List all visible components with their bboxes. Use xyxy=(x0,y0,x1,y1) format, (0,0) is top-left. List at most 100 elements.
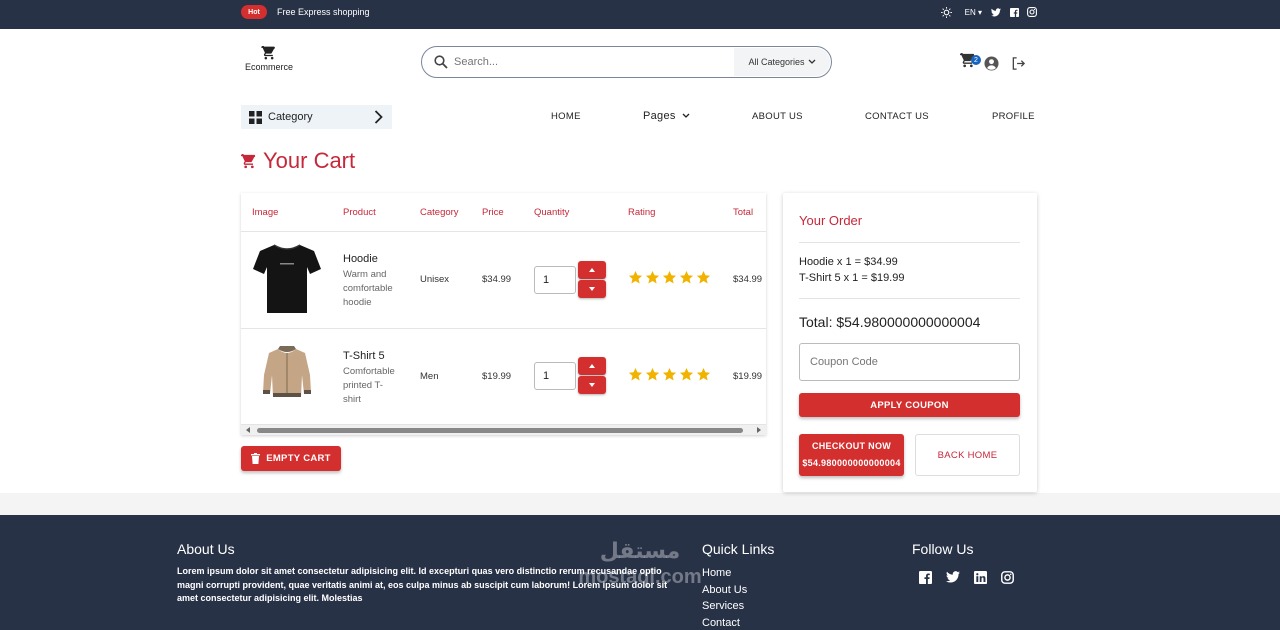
divider xyxy=(799,242,1020,243)
facebook-icon[interactable] xyxy=(919,571,932,584)
quantity-decrease-button[interactable] xyxy=(578,376,606,394)
product-desc: Comfortable xyxy=(343,366,395,377)
apply-coupon-button[interactable]: APPLY COUPON xyxy=(799,393,1020,417)
quantity-decrease-button[interactable] xyxy=(578,280,606,298)
cart-table: Image Product Category Price Quantity Ra… xyxy=(241,193,766,435)
nav-profile[interactable]: PROFILE xyxy=(992,111,1035,122)
star-icon xyxy=(679,270,694,284)
topbar-actions: EN ▾ xyxy=(941,6,1038,18)
footer-follow-title: Follow Us xyxy=(912,541,974,557)
divider xyxy=(241,231,766,232)
chevron-down-icon xyxy=(808,59,815,64)
category-menu-button[interactable]: Category xyxy=(241,105,392,129)
quantity-input[interactable]: 1 xyxy=(534,362,576,390)
horizontal-scrollbar[interactable] xyxy=(241,424,766,435)
th-rating: Rating xyxy=(628,207,656,218)
star-icon xyxy=(645,270,660,284)
search-bar: All Categories xyxy=(421,46,832,78)
star-icon xyxy=(662,270,677,284)
quantity-value: 1 xyxy=(543,274,550,286)
chevron-right-icon xyxy=(374,110,383,124)
quantity-value: 1 xyxy=(543,370,550,382)
footer-link-services[interactable]: Services xyxy=(702,598,747,615)
scroll-left-arrow[interactable] xyxy=(246,427,250,433)
scroll-right-arrow[interactable] xyxy=(757,427,761,433)
logo-text: Ecommerce xyxy=(244,62,293,72)
product-desc: comfortable xyxy=(343,283,393,294)
product-desc: shirt xyxy=(343,394,361,405)
scrollbar-thumb[interactable] xyxy=(257,428,743,433)
nav-home[interactable]: HOME xyxy=(551,111,581,122)
th-category: Category xyxy=(420,207,459,218)
back-home-button[interactable]: BACK HOME xyxy=(915,434,1020,476)
caret-down-icon xyxy=(589,383,595,387)
account-icon[interactable] xyxy=(984,55,999,71)
product-category: Unisex xyxy=(420,274,450,285)
th-image: Image xyxy=(252,207,279,218)
main-content: Ecommerce All Categories 2 Category HOME… xyxy=(0,29,1280,493)
divider xyxy=(799,298,1020,299)
order-title: Your Order xyxy=(799,213,863,228)
footer-social xyxy=(919,571,1014,584)
instagram-icon[interactable] xyxy=(1026,6,1038,18)
quantity-increase-button[interactable] xyxy=(578,261,606,279)
order-summary: Your Order Hoodie x 1 = $34.99 T-Shirt 5… xyxy=(783,193,1037,492)
th-total: Total xyxy=(733,207,754,218)
checkout-button[interactable]: CHECKOUT NOW $54.980000000000004 xyxy=(799,434,904,476)
category-menu-label: Category xyxy=(268,111,313,123)
caret-up-icon xyxy=(589,364,595,368)
nav-pages[interactable]: Pages xyxy=(643,110,690,122)
product-category: Men xyxy=(420,371,439,382)
instagram-icon[interactable] xyxy=(1001,571,1014,584)
quantity-input[interactable]: 1 xyxy=(534,266,576,294)
empty-cart-button[interactable]: EMPTY CART xyxy=(241,446,341,471)
category-select-label: All Categories xyxy=(748,57,805,67)
th-price: Price xyxy=(482,207,504,218)
product-price: $19.99 xyxy=(482,371,512,382)
chevron-down-icon xyxy=(682,113,690,118)
rating-stars xyxy=(628,367,711,382)
star-icon xyxy=(696,367,711,381)
cart-icon xyxy=(241,153,256,168)
nav-contact[interactable]: CONTACT US xyxy=(865,111,929,122)
footer-about-title: About Us xyxy=(177,541,235,557)
nav-pages-label: Pages xyxy=(643,110,676,122)
search-icon[interactable] xyxy=(434,55,448,69)
grid-icon xyxy=(249,110,262,124)
twitter-icon[interactable] xyxy=(990,6,1002,18)
cart-count-badge: 2 xyxy=(971,55,981,65)
footer-link-contact[interactable]: Contact xyxy=(702,615,747,630)
logo[interactable]: Ecommerce xyxy=(241,46,297,72)
product-name: Hoodie xyxy=(343,253,378,265)
quantity-increase-button[interactable] xyxy=(578,357,606,375)
checkout-amount: $54.980000000000004 xyxy=(802,458,901,468)
product-name: T-Shirt 5 xyxy=(343,350,385,362)
trash-icon xyxy=(251,453,261,464)
linkedin-icon[interactable] xyxy=(974,571,987,584)
th-quantity: Quantity xyxy=(534,207,570,218)
twitter-icon[interactable] xyxy=(946,571,960,583)
th-product: Product xyxy=(343,207,376,218)
cart-button[interactable]: 2 xyxy=(960,52,981,73)
promo-text: Free Express shopping xyxy=(277,7,370,17)
star-icon xyxy=(662,367,677,381)
category-select[interactable]: All Categories xyxy=(734,48,830,76)
search-input[interactable] xyxy=(454,53,724,71)
product-price: $34.99 xyxy=(482,274,512,285)
order-line: T-Shirt 5 x 1 = $19.99 xyxy=(799,272,905,284)
theme-toggle-icon[interactable] xyxy=(941,6,953,18)
nav-about[interactable]: ABOUT US xyxy=(752,111,803,122)
star-icon xyxy=(628,367,643,381)
logout-icon[interactable] xyxy=(1011,56,1026,71)
facebook-icon[interactable] xyxy=(1008,6,1020,18)
star-icon xyxy=(645,367,660,381)
coupon-input[interactable] xyxy=(799,343,1020,381)
product-desc: Warm and xyxy=(343,269,387,280)
star-icon xyxy=(679,367,694,381)
caret-up-icon xyxy=(589,268,595,272)
hot-badge: Hot xyxy=(241,5,267,19)
product-total: $19.99 xyxy=(733,371,763,382)
header-icons: 2 xyxy=(960,52,1026,73)
language-selector[interactable]: EN ▾ xyxy=(965,8,982,17)
language-label: EN xyxy=(964,7,976,17)
